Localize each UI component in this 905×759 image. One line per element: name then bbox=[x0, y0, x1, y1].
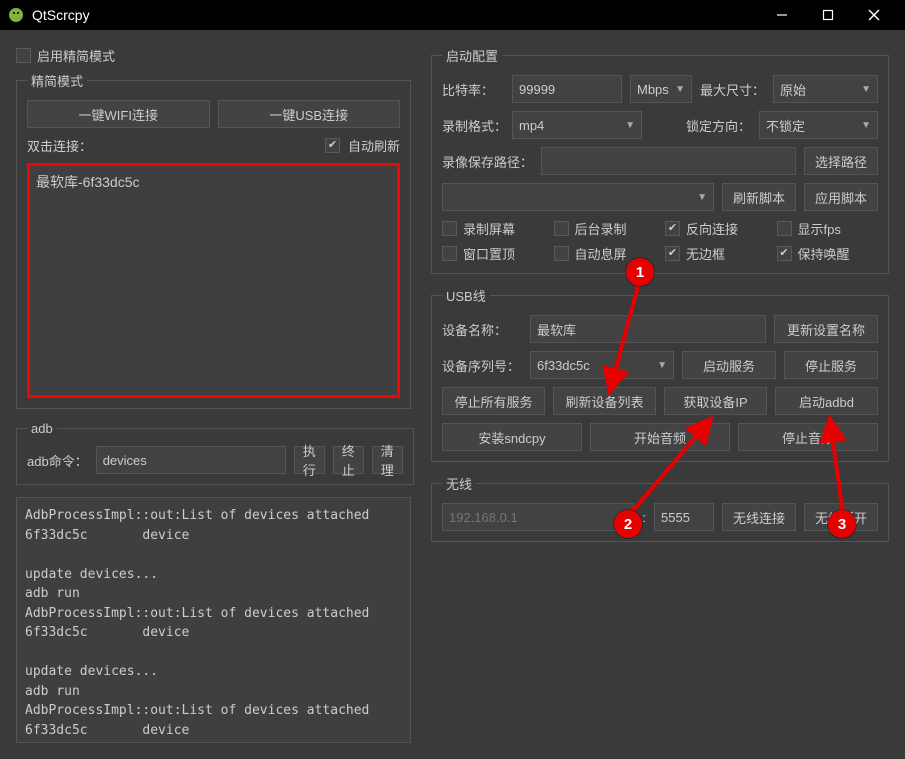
auto-refresh-checkbox[interactable] bbox=[325, 138, 340, 153]
background-record-label: 后台录制 bbox=[575, 219, 627, 238]
reverse-connect-label: 反向连接 bbox=[686, 219, 738, 238]
keep-awake-label: 保持唤醒 bbox=[798, 244, 850, 263]
adb-terminate-button[interactable]: 终止 bbox=[333, 446, 364, 474]
start-service-button[interactable]: 启动服务 bbox=[682, 351, 776, 379]
chevron-down-icon: ▼ bbox=[625, 120, 635, 131]
lock-orient-value: 不锁定 bbox=[766, 116, 805, 135]
frameless-checkbox[interactable] bbox=[665, 246, 680, 261]
chevron-down-icon: ▼ bbox=[657, 360, 667, 371]
keep-awake-checkbox[interactable] bbox=[777, 246, 792, 261]
record-format-select[interactable]: mp4 ▼ bbox=[512, 111, 642, 139]
maximize-button[interactable] bbox=[805, 0, 851, 30]
minimize-button[interactable] bbox=[759, 0, 805, 30]
close-button[interactable] bbox=[851, 0, 897, 30]
adb-clear-button[interactable]: 清理 bbox=[372, 446, 403, 474]
reverse-connect-checkbox[interactable] bbox=[665, 221, 680, 236]
select-path-button[interactable]: 选择路径 bbox=[804, 147, 878, 175]
wireless-disconnect-button[interactable]: 无线断开 bbox=[804, 503, 878, 531]
stop-all-button[interactable]: 停止所有服务 bbox=[442, 387, 545, 415]
record-path-label: 录像保存路径： bbox=[442, 152, 533, 171]
device-list[interactable]: 最软库-6f33dc5c bbox=[27, 163, 400, 398]
chevron-down-icon: ▼ bbox=[697, 192, 707, 203]
double-click-label: 双击连接： bbox=[27, 136, 92, 155]
adb-execute-button[interactable]: 执行 bbox=[294, 446, 325, 474]
frameless-label: 无边框 bbox=[686, 244, 725, 263]
window-top-label: 窗口置顶 bbox=[463, 244, 515, 263]
chevron-down-icon: ▼ bbox=[861, 84, 871, 95]
update-device-name-button[interactable]: 更新设置名称 bbox=[774, 315, 878, 343]
max-size-value: 原始 bbox=[780, 80, 806, 99]
window-title: QtScrcpy bbox=[32, 7, 759, 23]
bitrate-unit-select[interactable]: Mbps ▼ bbox=[630, 75, 692, 103]
window-top-checkbox[interactable] bbox=[442, 246, 457, 261]
wireless-ip-input[interactable] bbox=[442, 503, 634, 531]
title-bar: QtScrcpy bbox=[0, 0, 905, 30]
bitrate-unit-value: Mbps bbox=[637, 82, 669, 97]
lock-orient-label: 锁定方向： bbox=[686, 116, 751, 135]
wifi-connect-button[interactable]: 一键WIFI连接 bbox=[27, 100, 210, 128]
record-screen-checkbox[interactable] bbox=[442, 221, 457, 236]
start-audio-button[interactable]: 开始音频 bbox=[590, 423, 730, 451]
device-serial-value: 6f33dc5c bbox=[537, 358, 590, 373]
record-screen-label: 录制屏幕 bbox=[463, 219, 515, 238]
start-config-legend: 启动配置 bbox=[442, 46, 502, 65]
usb-connect-button[interactable]: 一键USB连接 bbox=[218, 100, 401, 128]
adb-cmd-input[interactable] bbox=[96, 446, 286, 474]
stop-audio-button[interactable]: 停止音频 bbox=[738, 423, 878, 451]
show-fps-checkbox[interactable] bbox=[777, 221, 792, 236]
port-colon: : bbox=[642, 510, 646, 525]
close-icon bbox=[868, 9, 880, 21]
stop-service-button[interactable]: 停止服务 bbox=[784, 351, 878, 379]
device-serial-label: 设备序列号： bbox=[442, 356, 522, 375]
wireless-port-input[interactable] bbox=[654, 503, 714, 531]
minimize-icon bbox=[776, 9, 788, 21]
device-list-item[interactable]: 最软库-6f33dc5c bbox=[36, 172, 391, 192]
wireless-group: 无线 : 无线连接 无线断开 bbox=[431, 474, 889, 542]
wireless-connect-button[interactable]: 无线连接 bbox=[722, 503, 796, 531]
device-serial-select[interactable]: 6f33dc5c ▼ bbox=[530, 351, 674, 379]
usb-group: USB线 设备名称： 更新设置名称 设备序列号： 6f33dc5c▼ 启动服务 … bbox=[431, 286, 889, 462]
record-format-label: 录制格式： bbox=[442, 116, 504, 135]
auto-refresh-label: 自动刷新 bbox=[348, 136, 400, 155]
refresh-devices-button[interactable]: 刷新设备列表 bbox=[553, 387, 656, 415]
adb-console[interactable]: AdbProcessImpl::out:List of devices atta… bbox=[16, 497, 411, 743]
max-size-label: 最大尺寸： bbox=[700, 80, 765, 99]
auto-screen-off-label: 自动息屏 bbox=[575, 244, 627, 263]
max-size-select[interactable]: 原始 ▼ bbox=[773, 75, 878, 103]
usb-legend: USB线 bbox=[442, 286, 490, 305]
simple-mode-legend: 精简模式 bbox=[27, 71, 87, 90]
app-icon bbox=[8, 7, 24, 23]
apply-script-button[interactable]: 应用脚本 bbox=[804, 183, 878, 211]
refresh-script-button[interactable]: 刷新脚本 bbox=[722, 183, 796, 211]
record-path-input[interactable] bbox=[541, 147, 796, 175]
simple-mode-group: 精简模式 一键WIFI连接 一键USB连接 双击连接： 自动刷新 最软库-6f3… bbox=[16, 71, 411, 409]
bitrate-input[interactable] bbox=[512, 75, 622, 103]
lock-orient-select[interactable]: 不锁定 ▼ bbox=[759, 111, 878, 139]
adb-group: adb adb命令： 执行 终止 清理 bbox=[16, 421, 414, 485]
device-name-label: 设备名称： bbox=[442, 320, 522, 339]
maximize-icon bbox=[822, 9, 834, 21]
adb-cmd-label: adb命令： bbox=[27, 451, 88, 470]
chevron-down-icon: ▼ bbox=[675, 84, 685, 95]
chevron-down-icon: ▼ bbox=[861, 120, 871, 131]
bitrate-label: 比特率： bbox=[442, 80, 504, 99]
enable-simple-mode-label: 启用精简模式 bbox=[37, 46, 115, 65]
show-fps-label: 显示fps bbox=[798, 219, 841, 238]
get-ip-button[interactable]: 获取设备IP bbox=[664, 387, 767, 415]
auto-screen-off-checkbox[interactable] bbox=[554, 246, 569, 261]
start-config-group: 启动配置 比特率： Mbps ▼ 最大尺寸： 原始 ▼ 录制格式： mp4 ▼ 锁定方… bbox=[431, 46, 889, 274]
script-select[interactable]: ▼ bbox=[442, 183, 714, 211]
background-record-checkbox[interactable] bbox=[554, 221, 569, 236]
wireless-legend: 无线 bbox=[442, 474, 476, 493]
enable-simple-mode-checkbox[interactable] bbox=[16, 48, 31, 63]
install-sndcpy-button[interactable]: 安装sndcpy bbox=[442, 423, 582, 451]
device-name-input[interactable] bbox=[530, 315, 766, 343]
adb-legend: adb bbox=[27, 421, 57, 436]
start-adbd-button[interactable]: 启动adbd bbox=[775, 387, 878, 415]
record-format-value: mp4 bbox=[519, 118, 544, 133]
